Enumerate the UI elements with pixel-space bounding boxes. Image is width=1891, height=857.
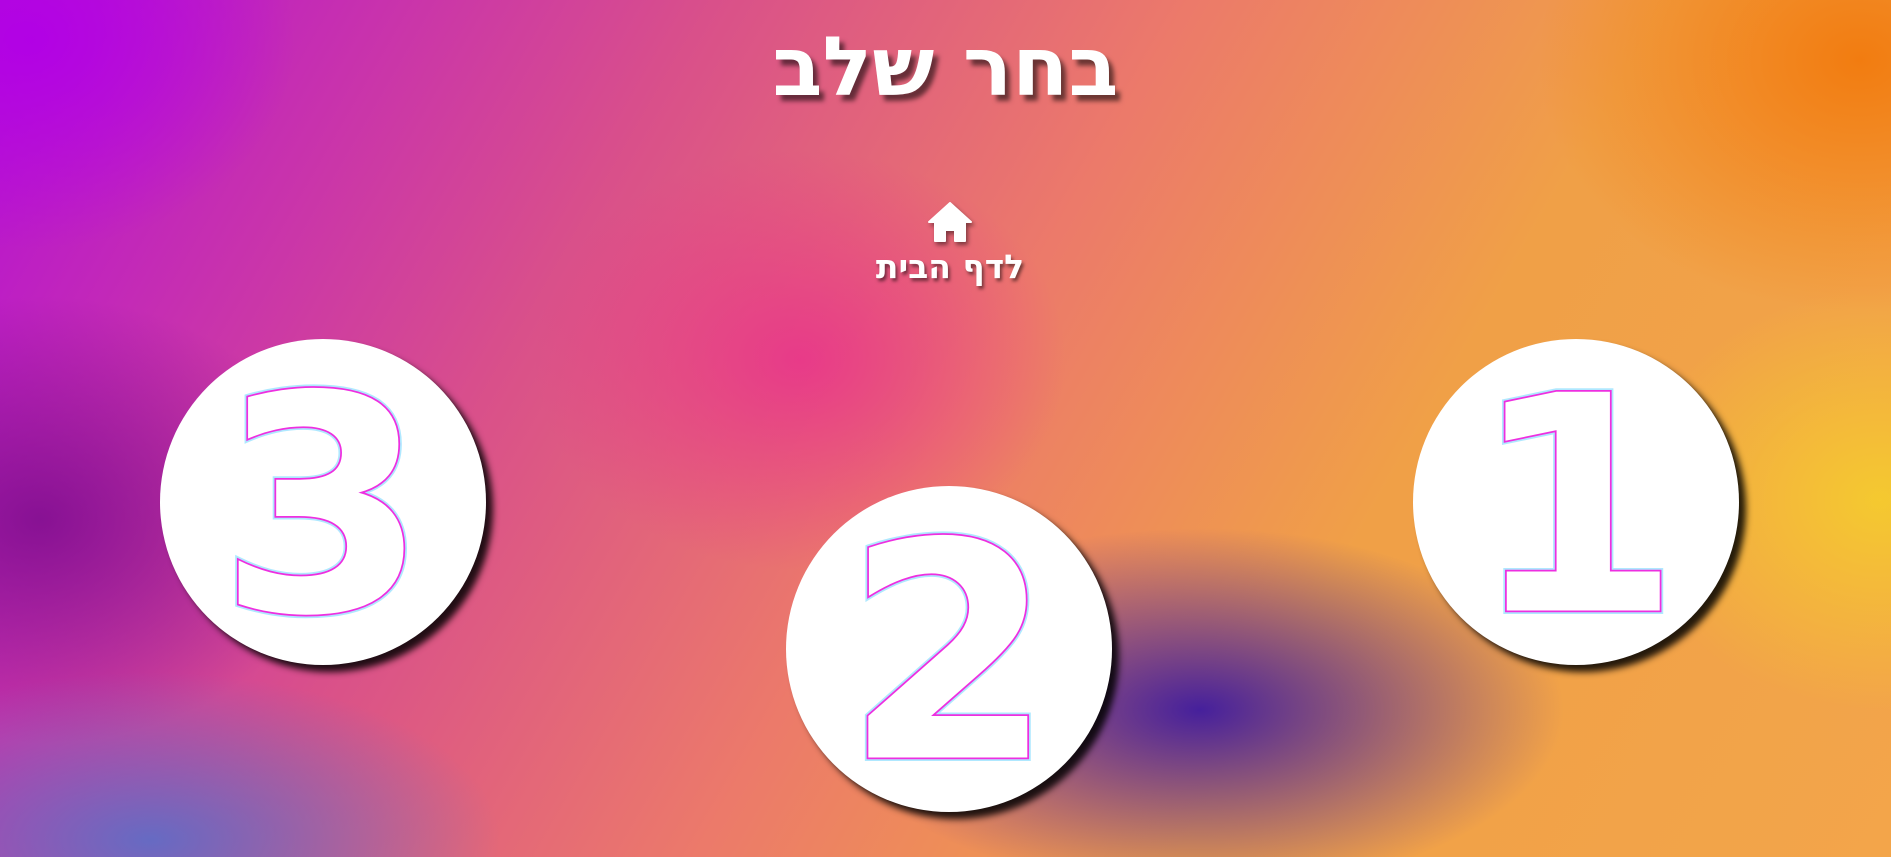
level-3-number: 3 3	[215, 339, 431, 665]
level-1-button[interactable]: 1 1	[1413, 339, 1739, 665]
svg-text:1: 1	[1472, 339, 1681, 665]
page-title: בחר שלב	[772, 20, 1119, 115]
home-link[interactable]: לדף הבית	[860, 200, 1040, 295]
svg-text:3: 3	[219, 339, 428, 665]
level-2-number: 2 2	[841, 486, 1057, 812]
home-icon	[926, 200, 974, 244]
level-3-button[interactable]: 3 3	[160, 339, 486, 665]
level-1-number: 1 1	[1468, 339, 1684, 665]
home-label: לדף הבית	[875, 247, 1025, 286]
svg-text:2: 2	[845, 486, 1054, 812]
level-2-button[interactable]: 2 2	[786, 486, 1112, 812]
